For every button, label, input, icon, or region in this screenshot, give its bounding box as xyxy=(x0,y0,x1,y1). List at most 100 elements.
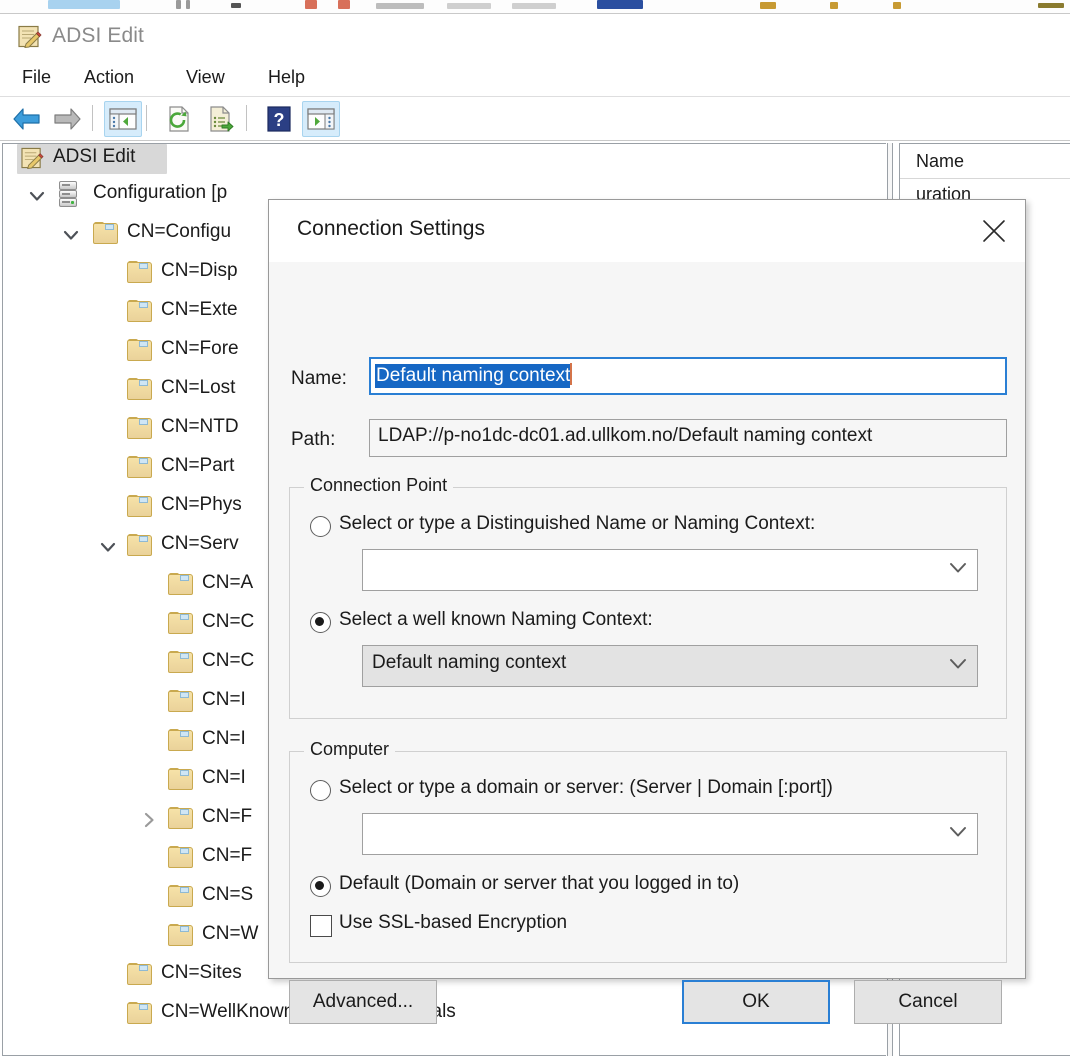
export-list-icon xyxy=(203,106,239,140)
folder-icon xyxy=(168,729,193,755)
folder-icon xyxy=(168,612,193,638)
path-label: Path: xyxy=(291,429,336,450)
folder-icon xyxy=(127,495,152,521)
chevron-down-icon[interactable] xyxy=(98,537,118,557)
help-button[interactable]: ? xyxy=(260,101,298,137)
tree-item-label: CN=Configu xyxy=(127,221,232,242)
connection-settings-dialog: Connection Settings Name: Default naming… xyxy=(268,199,1026,1024)
tree-item-label: CN=C xyxy=(202,611,255,632)
menu-bar: File Action View Help xyxy=(0,58,1070,97)
radio-select-domain-or-server-label: Select or type a domain or server: (Serv… xyxy=(339,777,833,798)
use-ssl-checkbox[interactable] xyxy=(310,915,332,937)
ok-button-label: OK xyxy=(742,991,770,1012)
tree-item-label: CN=F xyxy=(202,845,253,866)
folder-icon xyxy=(127,378,152,404)
distinguished-name-combo[interactable] xyxy=(362,549,978,591)
window-title: ADSI Edit xyxy=(52,24,144,47)
folder-icon xyxy=(168,573,193,599)
menu-view[interactable]: View xyxy=(180,65,231,90)
radio-well-known-naming-context-label: Select a well known Naming Context: xyxy=(339,609,653,630)
chevron-down-icon[interactable] xyxy=(61,225,81,245)
connection-point-group: Connection Point Select or type a Distin… xyxy=(289,475,1007,719)
tree-root[interactable]: ADSI Edit xyxy=(3,144,886,177)
show-hide-console-tree-icon xyxy=(105,108,141,140)
computer-legend: Computer xyxy=(304,739,396,760)
folder-icon xyxy=(168,768,193,794)
back-icon xyxy=(9,108,45,140)
close-button[interactable] xyxy=(963,200,1025,262)
advanced-button[interactable]: Advanced... xyxy=(289,980,437,1024)
back-button[interactable] xyxy=(8,101,46,137)
radio-distinguished-name[interactable] xyxy=(310,516,331,537)
folder-icon xyxy=(127,300,152,326)
folder-icon xyxy=(168,690,193,716)
cancel-button[interactable]: Cancel xyxy=(854,980,1002,1024)
show-hide-action-pane-button[interactable] xyxy=(302,101,340,137)
chevron-down-icon xyxy=(949,561,967,578)
tree-item-label: CN=Lost xyxy=(161,377,236,398)
folder-icon xyxy=(127,963,152,989)
radio-default-domain-or-server-label: Default (Domain or server that you logge… xyxy=(339,873,740,894)
folder-icon xyxy=(168,651,193,677)
text-caret xyxy=(570,363,573,385)
tree-item-label: CN=I xyxy=(202,728,246,749)
name-label: Name: xyxy=(291,368,347,389)
tree-root-label: ADSI Edit xyxy=(53,146,136,167)
tree-item-label: CN=I xyxy=(202,689,246,710)
show-hide-console-tree-button[interactable] xyxy=(104,101,142,137)
domain-or-server-combo[interactable] xyxy=(362,813,978,855)
menu-help[interactable]: Help xyxy=(262,65,311,90)
background-window-sliver xyxy=(0,0,1070,14)
show-hide-action-pane-icon xyxy=(303,108,339,140)
menu-file[interactable]: File xyxy=(16,65,57,90)
folder-icon xyxy=(127,534,152,560)
radio-well-known-naming-context[interactable] xyxy=(310,612,331,633)
tree-item-label: CN=F xyxy=(202,806,253,827)
adsi-edit-icon xyxy=(21,147,44,173)
well-known-naming-context-combo-value: Default naming context xyxy=(372,652,567,673)
column-header-name[interactable]: Name xyxy=(900,144,1070,179)
folder-icon xyxy=(168,924,193,950)
folder-icon xyxy=(127,261,152,287)
tree-item-label: CN=Phys xyxy=(161,494,242,515)
adsi-edit-icon xyxy=(18,25,42,49)
refresh-button[interactable] xyxy=(160,101,198,137)
use-ssl-checkbox-label: Use SSL-based Encryption xyxy=(339,912,568,933)
svg-text:?: ? xyxy=(274,110,285,130)
folder-icon xyxy=(127,339,152,365)
dialog-title: Connection Settings xyxy=(297,217,485,240)
dialog-body: Name: Default naming context Path: LDAP:… xyxy=(269,262,1025,1024)
chevron-down-icon[interactable] xyxy=(27,186,47,206)
tree-item-label: CN=W xyxy=(202,923,259,944)
tree-item-label: CN=S xyxy=(202,884,254,905)
forward-button[interactable] xyxy=(48,101,86,137)
chevron-right-icon[interactable] xyxy=(139,810,159,830)
ok-button[interactable]: OK xyxy=(682,980,830,1024)
tree-item-label: CN=Exte xyxy=(161,299,238,320)
tree-item-label: CN=Part xyxy=(161,455,235,476)
folder-icon xyxy=(168,885,193,911)
radio-select-domain-or-server[interactable] xyxy=(310,780,331,801)
tree-item-label: CN=Serv xyxy=(161,533,239,554)
forward-icon xyxy=(49,108,85,140)
well-known-naming-context-combo[interactable]: Default naming context xyxy=(362,645,978,687)
chevron-down-icon xyxy=(949,657,967,674)
name-input[interactable]: Default naming context xyxy=(369,357,1007,395)
export-list-button[interactable] xyxy=(202,101,240,137)
toolbar-separator xyxy=(246,105,247,131)
help-icon: ? xyxy=(261,106,297,140)
menu-action[interactable]: Action xyxy=(78,65,140,90)
tree-item-label: CN=Disp xyxy=(161,260,238,281)
refresh-icon xyxy=(161,106,197,140)
radio-default-domain-or-server[interactable] xyxy=(310,876,331,897)
tree-item-label: CN=Sites xyxy=(161,962,242,983)
tree-item-label: CN=I xyxy=(202,767,246,788)
screen: ADSI Edit File Action View Help ? ADSI E… xyxy=(0,0,1070,1056)
server-icon xyxy=(59,181,77,211)
path-field: LDAP://p-no1dc-dc01.ad.ullkom.no/Default… xyxy=(369,419,1007,457)
tree-item-label: CN=Fore xyxy=(161,338,239,359)
tree-item-label: CN=A xyxy=(202,572,254,593)
folder-icon xyxy=(127,456,152,482)
toolbar-separator xyxy=(146,105,147,131)
connection-point-legend: Connection Point xyxy=(304,475,454,496)
